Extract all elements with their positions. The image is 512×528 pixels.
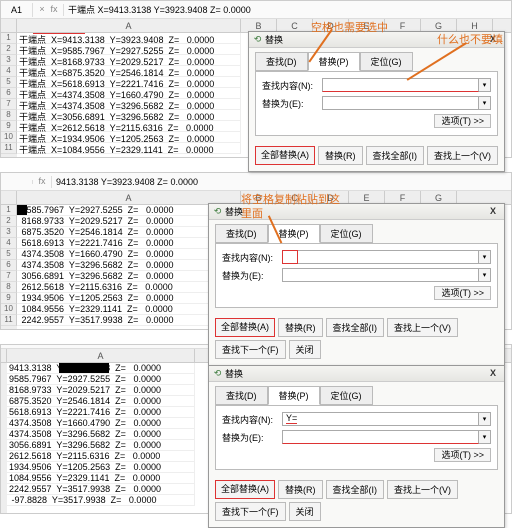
replace-button[interactable]: 替换(R) <box>278 480 323 499</box>
cell[interactable]: 干端点 X=6875.3520 Y=2546.1814 Z= 0.0000 <box>17 66 241 77</box>
cell[interactable]: -97.8828 Y=3517.9938 Z= 0.0000 <box>7 495 195 506</box>
find-prev-button[interactable]: 查找上一个(V) <box>387 318 458 337</box>
tab-goto[interactable]: 定位(G) <box>320 386 373 405</box>
cell[interactable]: 3056.6891 Y=3296.5682 Z= 0.0000 <box>7 440 195 451</box>
close-icon[interactable]: X <box>486 368 500 380</box>
replace-label: 替换为(E): <box>262 97 322 110</box>
dialog-titlebar[interactable]: ⟲ 替换 X <box>209 366 504 382</box>
cell[interactable]: 干端点 X=1934.9506 Y=1205.2563 Z= 0.0000 <box>17 132 241 143</box>
dialog-title: 替换 <box>225 367 243 380</box>
find-all-button[interactable]: 查找全部(I) <box>326 480 385 499</box>
options-button[interactable]: 选项(T) >> <box>434 114 491 128</box>
fx-icon[interactable]: fx <box>49 4 59 16</box>
formula-bar: A1 × fx 干端点 X=9413.3138 Y=3923.9408 Z= 0… <box>1 1 511 19</box>
formula-input[interactable]: 干端点 X=9413.3138 Y=3923.9408 Z= 0.0000 <box>64 1 511 18</box>
cell[interactable]: 干端点 X=9413.3138 Y=3923.9408 Z= 0.0000 <box>17 33 241 44</box>
replace-dialog: ⟲ 替换 X 查找(D) 替换(P) 定位(G) 查找内容(N): ▾ 替换为(… <box>248 31 505 172</box>
dialog-title: 替换 <box>265 33 283 46</box>
spreadsheet-panel-1: A1 × fx 干端点 X=9413.3138 Y=3923.9408 Z= 0… <box>0 0 512 158</box>
replace-icon: ⟲ <box>253 35 262 44</box>
find-prev-button[interactable]: 查找上一个(V) <box>387 480 458 499</box>
name-box[interactable] <box>1 180 33 184</box>
replace-label: 替换为(E): <box>222 269 282 282</box>
close-icon[interactable]: X <box>486 34 500 46</box>
tab-find[interactable]: 查找(D) <box>255 52 308 71</box>
cell[interactable]: 4374.3508 Y=1660.4790 Z= 0.0000 <box>7 418 195 429</box>
find-input[interactable] <box>282 250 479 264</box>
cell[interactable]: 6875.3520 Y=2546.1814 Z= 0.0000 <box>7 396 195 407</box>
cell[interactable]: 干端点 X=4374.3508 Y=1660.4790 Z= 0.0000 <box>17 88 241 99</box>
replace-all-button[interactable]: 全部替换(A) <box>215 318 275 337</box>
dialog-title: 替换 <box>225 205 243 218</box>
close-button[interactable]: 关闭 <box>289 340 321 359</box>
name-box[interactable]: A1 <box>1 3 33 17</box>
cell[interactable]: 8168.9733 Y=2029.5217 Z= 0.0000 <box>7 385 195 396</box>
replace-input[interactable] <box>282 430 479 444</box>
replace-all-button[interactable]: 全部替换(A) <box>255 146 315 165</box>
row-headers: 1234567891011 <box>1 33 17 157</box>
cell[interactable]: 2612.5618 Y=2115.6316 Z= 0.0000 <box>7 451 195 462</box>
replace-icon: ⟲ <box>213 207 222 216</box>
replace-dropdown[interactable]: ▾ <box>479 96 491 110</box>
spreadsheet-panel-3: A B C D E F G 9413.3138 Y=3923.9408 Z= 0… <box>0 344 512 514</box>
find-input[interactable]: Y= <box>282 412 479 426</box>
fx-icon[interactable]: fx <box>37 176 47 188</box>
tab-goto[interactable]: 定位(G) <box>360 52 413 71</box>
find-dropdown[interactable]: ▾ <box>479 250 491 264</box>
find-label: 查找内容(N): <box>262 79 322 92</box>
options-button[interactable]: 选项(T) >> <box>434 286 491 300</box>
replace-label: 替换为(E): <box>222 431 282 444</box>
cell[interactable]: 干端点 X=1084.9556 Y=2329.1141 Z= 0.0000 <box>17 143 241 154</box>
find-dropdown[interactable]: ▾ <box>479 78 491 92</box>
find-dropdown[interactable]: ▾ <box>479 412 491 426</box>
cell[interactable]: 4374.3508 Y=3296.5682 Z= 0.0000 <box>7 429 195 440</box>
cell[interactable]: 干端点 X=8168.9733 Y=2029.5217 Z= 0.0000 <box>17 55 241 66</box>
formula-input[interactable]: 9413.3138 Y=3923.9408 Z= 0.0000 <box>52 175 511 189</box>
close-icon[interactable]: X <box>486 206 500 218</box>
tab-find[interactable]: 查找(D) <box>215 386 268 405</box>
replace-icon: ⟲ <box>213 369 222 378</box>
replace-dropdown[interactable]: ▾ <box>479 268 491 282</box>
find-label: 查找内容(N): <box>222 413 282 426</box>
find-next-button[interactable]: 查找下一个(F) <box>215 502 286 521</box>
cell[interactable]: 干端点 X=2612.5618 Y=2115.6316 Z= 0.0000 <box>17 121 241 132</box>
tab-replace[interactable]: 替换(P) <box>268 386 320 405</box>
formula-bar: fx 9413.3138 Y=3923.9408 Z= 0.0000 <box>1 173 511 191</box>
replace-dropdown[interactable]: ▾ <box>479 430 491 444</box>
replace-button[interactable]: 替换(R) <box>278 318 323 337</box>
replace-dialog: ⟲ 替换 X 查找(D) 替换(P) 定位(G) 查找内容(N): ▾ 替换为(… <box>208 203 505 366</box>
cell[interactable]: 干端点 X=3056.6891 Y=3296.5682 Z= 0.0000 <box>17 110 241 121</box>
replace-button[interactable]: 替换(R) <box>318 146 363 165</box>
dialog-titlebar[interactable]: ⟲ 替换 X <box>209 204 504 220</box>
options-button[interactable]: 选项(T) >> <box>434 448 491 462</box>
col-header-a[interactable]: A <box>17 19 241 32</box>
cell[interactable]: 1934.9506 Y=1205.2563 Z= 0.0000 <box>7 462 195 473</box>
tab-replace[interactable]: 替换(P) <box>308 52 360 71</box>
cell[interactable]: 9585.7967 Y=2927.5255 Z= 0.0000 <box>7 374 195 385</box>
tab-goto[interactable]: 定位(G) <box>320 224 373 243</box>
cancel-icon[interactable]: × <box>37 4 47 16</box>
find-input[interactable] <box>322 78 479 92</box>
find-next-button[interactable]: 查找下一个(F) <box>215 340 286 359</box>
replace-input[interactable] <box>282 268 479 282</box>
dialog-titlebar[interactable]: ⟲ 替换 X <box>249 32 504 48</box>
find-all-button[interactable]: 查找全部(I) <box>326 318 385 337</box>
find-prev-button[interactable]: 查找上一个(V) <box>427 146 498 165</box>
close-button[interactable]: 关闭 <box>289 502 321 521</box>
cell[interactable]: 干端点 X=4374.3508 Y=3296.5682 Z= 0.0000 <box>17 99 241 110</box>
find-label: 查找内容(N): <box>222 251 282 264</box>
cell[interactable]: 5618.6913 Y=2221.7416 Z= 0.0000 <box>7 407 195 418</box>
replace-input[interactable] <box>322 96 479 110</box>
replace-all-button[interactable]: 全部替换(A) <box>215 480 275 499</box>
cell[interactable]: 干端点 X=5618.6913 Y=2221.7416 Z= 0.0000 <box>17 77 241 88</box>
col-header-a[interactable]: A <box>7 349 195 362</box>
tab-find[interactable]: 查找(D) <box>215 224 268 243</box>
replace-dialog: ⟲ 替换 X 查找(D) 替换(P) 定位(G) 查找内容(N): Y= ▾ 替… <box>208 365 505 528</box>
find-all-button[interactable]: 查找全部(I) <box>366 146 425 165</box>
spreadsheet-panel-2: fx 9413.3138 Y=3923.9408 Z= 0.0000 A B C… <box>0 172 512 330</box>
cell[interactable]: 2242.9557 Y=3517.9938 Z= 0.0000 <box>7 484 195 495</box>
cell[interactable]: 1084.9556 Y=2329.1141 Z= 0.0000 <box>7 473 195 484</box>
formula-text: 干端点 X=9413.3138 Y=3923.9408 Z= 0.0000 <box>68 5 251 15</box>
cell[interactable]: 干端点 X=9585.7967 Y=2927.5255 Z= 0.0000 <box>17 44 241 55</box>
